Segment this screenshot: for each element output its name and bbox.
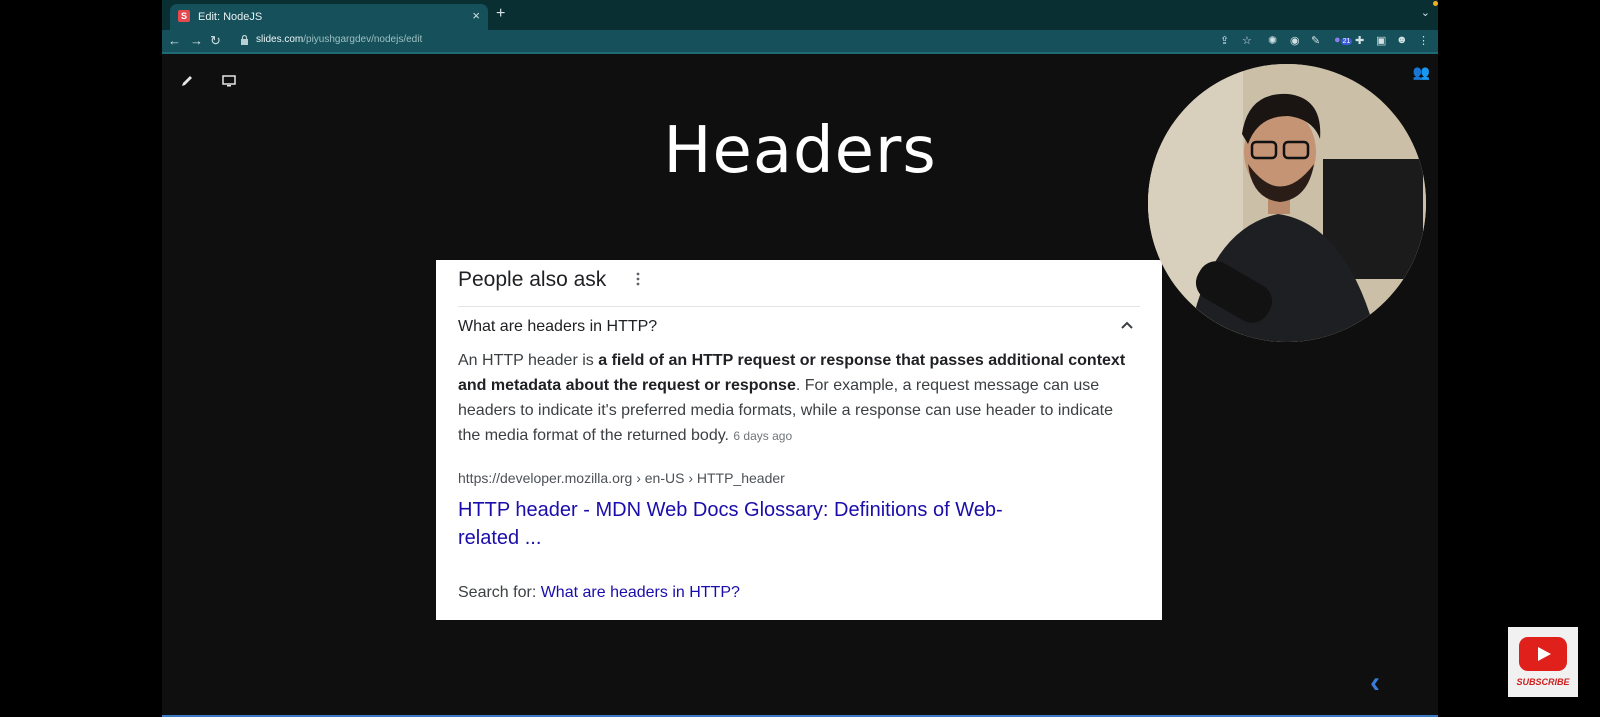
subscribe-label: SUBSCRIBE <box>1516 677 1570 687</box>
back-button[interactable]: ← <box>168 33 181 48</box>
menu-kebab-icon[interactable]: ⋮ <box>1418 34 1429 47</box>
pen-icon <box>182 76 192 86</box>
collaborators-icon[interactable]: 👥 <box>1413 64 1430 81</box>
side-panel-icon[interactable]: ▣ <box>1376 34 1386 47</box>
extension-badge-icon[interactable]: ● 21 <box>1334 34 1353 46</box>
search-for-label: Search for: <box>458 584 541 601</box>
monitor-icon <box>222 75 236 87</box>
browser-window: S Edit: NodeJS × + ⌄ ← → ↻ slides.com/pi… <box>162 0 1438 717</box>
tab-close-icon[interactable]: × <box>472 8 480 23</box>
tab-search-icon[interactable]: ⌄ <box>1421 6 1430 19</box>
bookmark-star-icon[interactable]: ☆ <box>1242 34 1252 47</box>
url-host: slides.com <box>256 34 304 45</box>
address-bar: ← → ↻ slides.com/piyushgargdev/nodejs/ed… <box>162 30 1438 52</box>
answer-lead: An HTTP header is <box>458 352 599 369</box>
lock-icon <box>241 35 248 45</box>
source-citation: https://developer.mozilla.org › en-US › … <box>458 470 785 486</box>
slides-favicon-icon: S <box>178 10 190 22</box>
question-text[interactable]: What are headers in HTTP? <box>458 318 657 336</box>
people-also-ask-heading: People also ask <box>458 268 607 291</box>
presenter-video-image <box>1148 64 1426 342</box>
profile-avatar-icon[interactable]: ☻ <box>1396 34 1408 46</box>
tab-title: Edit: NodeJS <box>198 11 263 23</box>
present-button[interactable] <box>214 66 244 96</box>
webcam-overlay <box>1148 64 1426 342</box>
reload-button[interactable]: ↻ <box>210 33 221 49</box>
url-field[interactable]: slides.com/piyushgargdev/nodejs/edit <box>256 34 422 45</box>
extensions-puzzle-icon[interactable]: ✚ <box>1355 34 1364 47</box>
tab-edit-nodejs[interactable]: S Edit: NodeJS × <box>170 4 488 30</box>
share-icon[interactable]: ⇪ <box>1220 34 1229 47</box>
forward-button[interactable]: → <box>190 33 203 48</box>
recording-indicator-icon <box>1433 1 1438 6</box>
extension-circle-icon[interactable]: ◉ <box>1290 34 1300 47</box>
more-options-icon[interactable] <box>636 272 640 286</box>
divider <box>458 306 1140 307</box>
chevron-up-icon[interactable] <box>1120 320 1134 330</box>
answer-age: 6 days ago <box>733 429 793 443</box>
new-tab-button[interactable]: + <box>496 5 505 23</box>
tab-bar: S Edit: NodeJS × + ⌄ <box>162 0 1438 30</box>
subscribe-overlay[interactable]: SUBSCRIBE <box>1508 627 1578 697</box>
people-also-ask-card: People also ask What are headers in HTTP… <box>436 260 1162 620</box>
previous-slide-arrow-icon[interactable]: ‹ <box>1370 666 1380 700</box>
pen-tool-button[interactable] <box>172 66 202 96</box>
youtube-play-icon <box>1519 637 1567 671</box>
result-link[interactable]: HTTP header - MDN Web Docs Glossary: Def… <box>458 496 1058 552</box>
url-path: /piyushgargdev/nodejs/edit <box>303 34 423 45</box>
extension-badge-count: 21 <box>1340 38 1353 45</box>
slide-editor: 👥 Headers People also ask What are heade… <box>162 54 1438 717</box>
answer-text: An HTTP header is a field of an HTTP req… <box>458 348 1130 449</box>
extension-pen-icon[interactable]: ✎ <box>1311 34 1320 47</box>
search-for-row: Search for: What are headers in HTTP? <box>458 584 740 602</box>
extension-gear-icon[interactable]: ✺ <box>1268 34 1277 47</box>
search-for-link[interactable]: What are headers in HTTP? <box>541 584 740 601</box>
